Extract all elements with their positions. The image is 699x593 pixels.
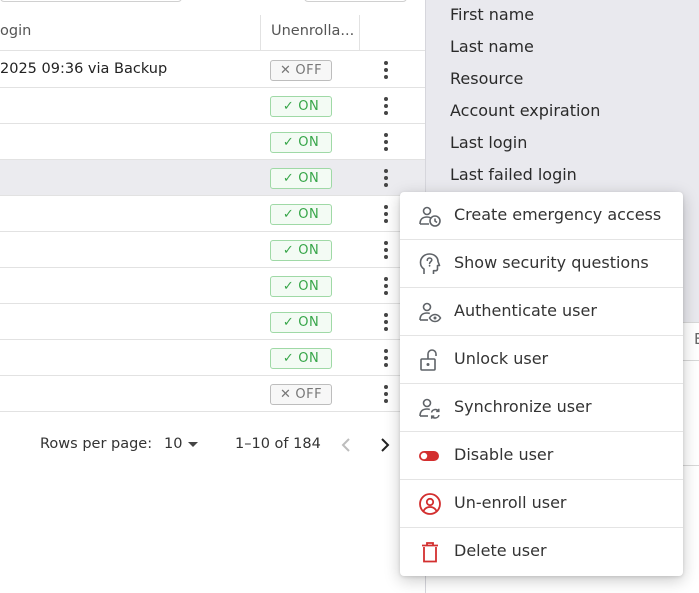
- row-actions-menu-button[interactable]: [376, 130, 396, 154]
- table-row[interactable]: ✓ ON: [0, 196, 425, 232]
- table-row[interactable]: ✓ ON: [0, 304, 425, 340]
- column-option-first-name[interactable]: First name: [450, 5, 534, 24]
- table-row[interactable]: ✓ ON: [0, 268, 425, 304]
- previous-page-button[interactable]: [336, 434, 356, 456]
- row-actions-menu-button[interactable]: [376, 346, 396, 370]
- menu-item-un-enroll-user[interactable]: Un-enroll user: [400, 480, 683, 528]
- question-head-icon: [419, 253, 441, 274]
- menu-item-synchronize-user[interactable]: Synchronize user: [400, 384, 683, 432]
- menu-item-label: Synchronize user: [454, 397, 592, 416]
- column-header-last-login[interactable]: ogin: [0, 23, 31, 39]
- last-login-cell: 2025 09:36 via Backup: [0, 61, 168, 77]
- row-actions-menu-button[interactable]: [376, 166, 396, 190]
- unenrollable-badge: ✓ ON: [270, 348, 332, 369]
- menu-item-label: Create emergency access: [454, 205, 662, 224]
- pagination: Rows per page: 10 1–10 of 184: [0, 427, 425, 463]
- menu-item-label: Unlock user: [454, 349, 549, 368]
- row-actions-menu-button[interactable]: [376, 310, 396, 334]
- row-actions-menu-button[interactable]: [376, 382, 396, 406]
- table-row[interactable]: ✓ ON: [0, 88, 425, 124]
- check-icon: ✓: [282, 99, 295, 114]
- check-icon: ✓: [282, 315, 295, 330]
- user-actions-menu: Create emergency access Show security qu…: [400, 192, 683, 576]
- table-row[interactable]: ✓ ON: [0, 232, 425, 268]
- row-actions-menu-button[interactable]: [376, 94, 396, 118]
- unenrollable-badge: ✓ ON: [270, 204, 332, 225]
- table-row-selected[interactable]: ✓ ON: [0, 160, 425, 196]
- table-row[interactable]: ✓ ON: [0, 340, 425, 376]
- check-icon: ✓: [282, 243, 295, 258]
- menu-item-label: Show security questions: [454, 253, 649, 272]
- row-actions-menu-button[interactable]: [376, 202, 396, 226]
- unlock-icon: [420, 349, 437, 371]
- row-actions-menu-button[interactable]: [376, 58, 396, 82]
- menu-item-disable-user[interactable]: Disable user: [400, 432, 683, 480]
- toggle-off-icon: [419, 451, 439, 461]
- table-row[interactable]: ✓ ON: [0, 124, 425, 160]
- unenrollable-badge: ✓ ON: [270, 276, 332, 297]
- column-option-last-name[interactable]: Last name: [450, 37, 534, 56]
- trash-icon: [422, 542, 438, 563]
- next-page-button[interactable]: [375, 434, 395, 456]
- x-icon: ✕: [279, 63, 292, 78]
- unenrollable-badge: ✕ OFF: [270, 60, 332, 81]
- chevron-right-icon: [381, 438, 390, 452]
- menu-item-label: Delete user: [454, 541, 547, 560]
- user-circle-remove-icon: [419, 493, 441, 515]
- table-header: ogin Unenrolla...: [0, 15, 425, 51]
- unenrollable-badge: ✓ ON: [270, 312, 332, 333]
- check-icon: ✓: [282, 171, 295, 186]
- column-option-resource[interactable]: Resource: [450, 69, 523, 88]
- table-row[interactable]: 2025 09:36 via Backup ✕ OFF: [0, 52, 425, 88]
- unenrollable-badge: ✕ OFF: [270, 384, 332, 405]
- table-row[interactable]: ✕ OFF: [0, 376, 425, 412]
- search-field-edge[interactable]: [0, 0, 182, 2]
- menu-item-label: Authenticate user: [454, 301, 597, 320]
- chevron-left-icon: [341, 438, 350, 452]
- column-option-last-login[interactable]: Last login: [450, 133, 527, 152]
- user-sync-icon: [419, 398, 440, 419]
- check-icon: ✓: [282, 351, 295, 366]
- rows-per-page-label: Rows per page:: [40, 436, 153, 452]
- menu-item-delete-user[interactable]: Delete user: [400, 528, 683, 576]
- menu-item-label: Un-enroll user: [454, 493, 567, 512]
- caret-down-icon: [188, 441, 199, 447]
- unenrollable-badge: ✓ ON: [270, 240, 332, 261]
- check-icon: ✓: [282, 279, 295, 294]
- check-icon: ✓: [282, 135, 295, 150]
- menu-item-unlock-user[interactable]: Unlock user: [400, 336, 683, 384]
- menu-item-authenticate-user[interactable]: Authenticate user: [400, 288, 683, 336]
- column-option-last-failed-login[interactable]: Last failed login: [450, 165, 577, 184]
- row-actions-menu-button[interactable]: [376, 238, 396, 262]
- unenrollable-badge: ✓ ON: [270, 132, 332, 153]
- unenrollable-badge: ✓ ON: [270, 96, 332, 117]
- x-icon: ✕: [279, 387, 292, 402]
- user-clock-icon: [419, 206, 441, 227]
- details-tab-label[interactable]: E: [694, 330, 699, 348]
- menu-item-show-security-questions[interactable]: Show security questions: [400, 240, 683, 288]
- pagination-range: 1–10 of 184: [235, 436, 321, 452]
- toolbar-button-edge[interactable]: [304, 0, 407, 2]
- rows-per-page-select[interactable]: 10: [164, 436, 199, 452]
- row-actions-menu-button[interactable]: [376, 274, 396, 298]
- check-icon: ✓: [282, 207, 295, 222]
- menu-item-label: Disable user: [454, 445, 554, 464]
- user-eye-icon: [419, 302, 442, 323]
- menu-item-create-emergency-access[interactable]: Create emergency access: [400, 192, 683, 240]
- unenrollable-badge: ✓ ON: [270, 168, 332, 189]
- column-header-unenrollable[interactable]: Unenrolla...: [260, 15, 360, 51]
- column-option-account-expiration[interactable]: Account expiration: [450, 101, 600, 120]
- users-table: ogin Unenrolla... 2025 09:36 via Backup …: [0, 0, 425, 593]
